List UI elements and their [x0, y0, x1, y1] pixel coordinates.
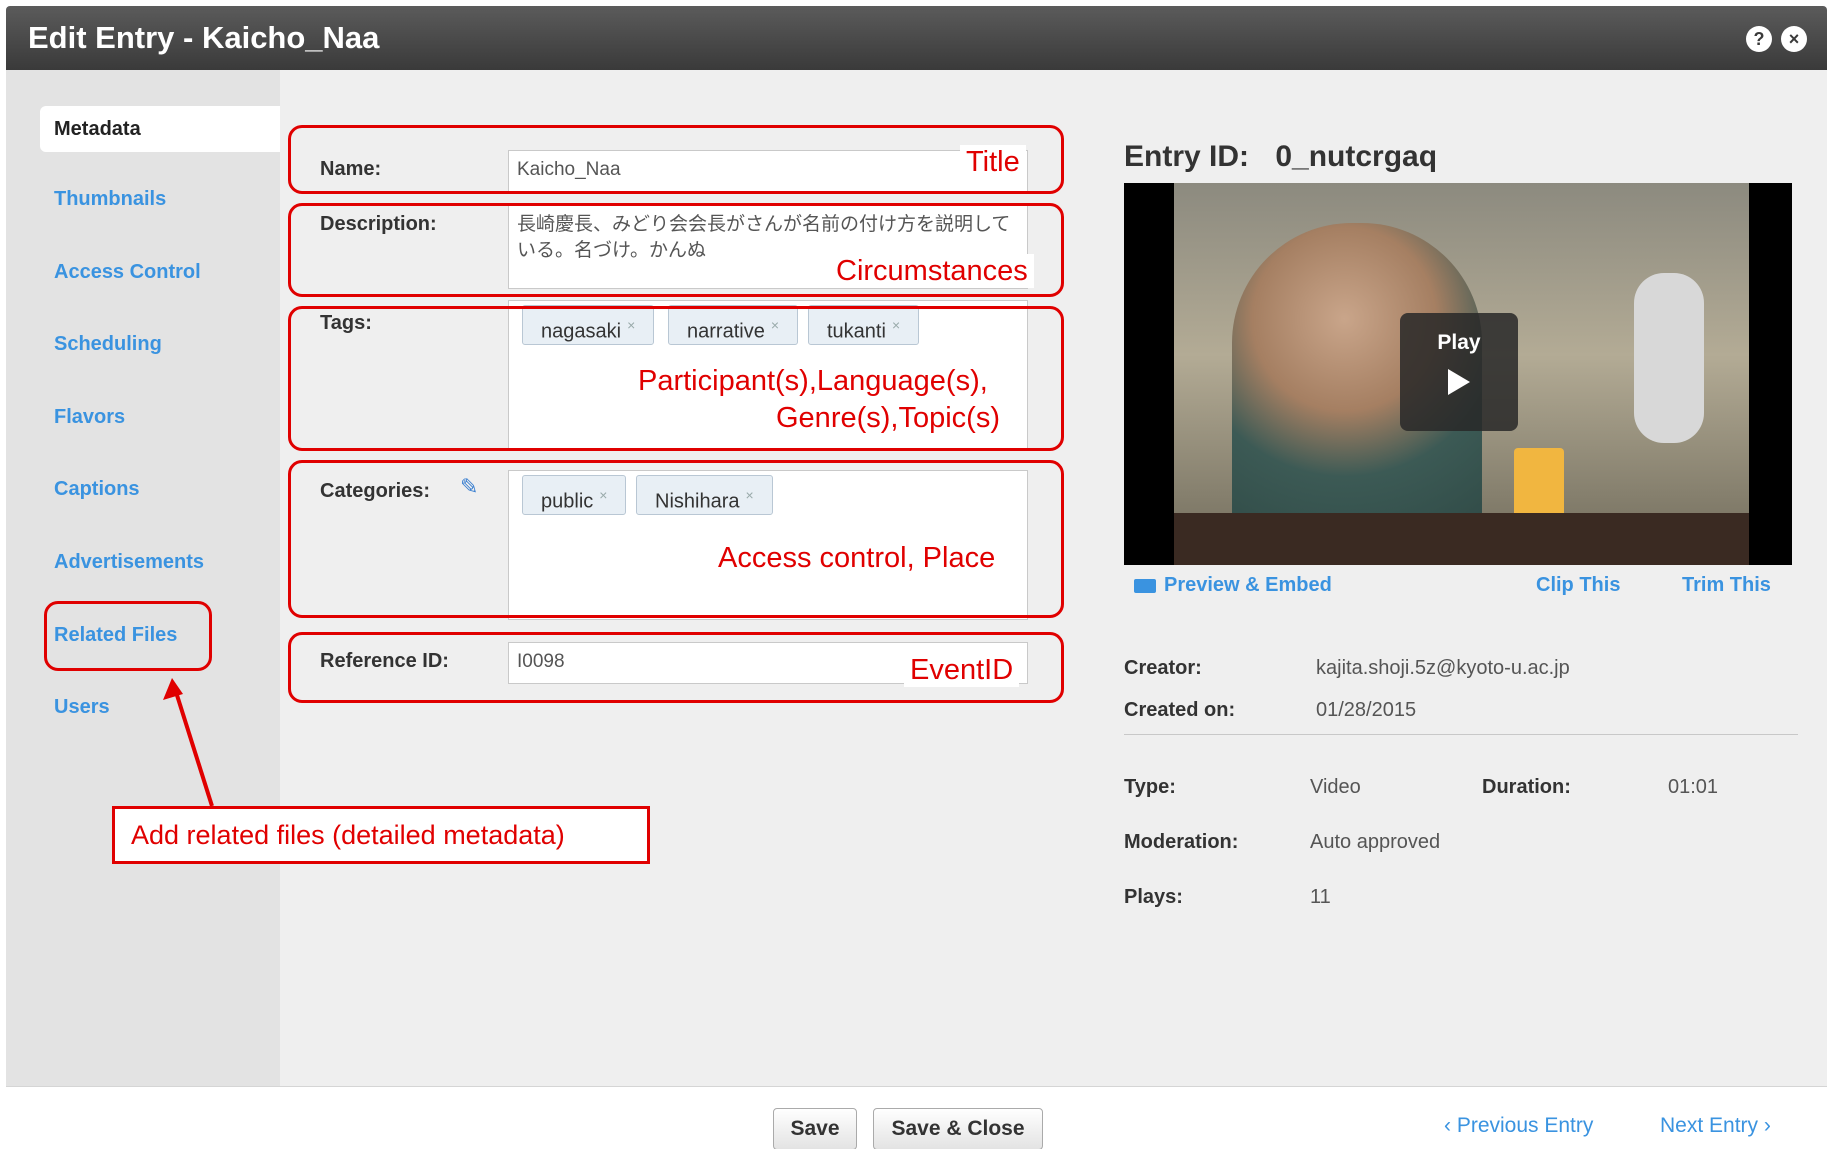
- vase: [1634, 273, 1704, 443]
- sidebar-item-advertisements[interactable]: Advertisements: [0, 539, 274, 585]
- duration-label: Duration:: [1482, 776, 1571, 798]
- plays-label: Plays:: [1124, 886, 1183, 908]
- tags-label: Tags:: [320, 312, 372, 334]
- annotation-tags-text-1: Participant(s),Language(s),: [632, 364, 994, 398]
- remove-tag-icon[interactable]: ×: [627, 317, 635, 333]
- duration-value: 01:01: [1668, 776, 1719, 798]
- moderation-value: Auto approved: [1310, 831, 1441, 853]
- sidebar-item-metadata[interactable]: Metadata: [40, 106, 280, 152]
- annotation-arrow: [163, 678, 214, 807]
- tag-label: tukanti: [827, 320, 886, 343]
- save-button[interactable]: Save: [773, 1108, 857, 1149]
- save-close-button[interactable]: Save & Close: [873, 1108, 1043, 1149]
- trim-this-link[interactable]: Trim This: [1682, 574, 1771, 597]
- tag-chip[interactable]: narrative ×: [668, 305, 798, 345]
- video-camera-icon: [1134, 578, 1156, 593]
- name-input[interactable]: Kaicho_Naa: [508, 150, 1028, 192]
- divider: [1124, 734, 1798, 735]
- categories-label: Categories:: [320, 480, 431, 502]
- sidebar-item-thumbnails[interactable]: Thumbnails: [0, 176, 274, 222]
- sidebar-item-related-files[interactable]: Related Files: [0, 612, 274, 658]
- remove-category-icon[interactable]: ×: [745, 487, 753, 503]
- annotation-related-files-text: Add related files (detailed metadata): [112, 806, 650, 864]
- play-icon: [1448, 369, 1470, 395]
- remove-tag-icon[interactable]: ×: [771, 317, 779, 333]
- window-title: Edit Entry - Kaicho_Naa: [28, 20, 380, 55]
- type-value: Video: [1310, 776, 1361, 798]
- next-entry-link[interactable]: Next Entry ›: [1660, 1114, 1771, 1138]
- remove-tag-icon[interactable]: ×: [892, 317, 900, 333]
- preview-embed-label: Preview & Embed: [1164, 574, 1332, 596]
- annotation-eventid-text: EventID: [904, 653, 1020, 687]
- tag-chip[interactable]: tukanti ×: [808, 305, 920, 345]
- creator-label: Creator:: [1124, 657, 1202, 679]
- play-label: Play: [1437, 331, 1481, 354]
- type-label: Type:: [1124, 776, 1176, 798]
- close-icon[interactable]: ×: [1781, 26, 1807, 52]
- previous-entry-link[interactable]: ‹ Previous Entry: [1444, 1114, 1593, 1138]
- tag-label: narrative: [687, 320, 765, 343]
- category-chip[interactable]: Nishihara ×: [636, 475, 773, 515]
- name-label: Name:: [320, 158, 382, 180]
- pencil-icon[interactable]: ✎: [460, 474, 478, 500]
- tag-label: nagasaki: [541, 320, 622, 343]
- moderation-label: Moderation:: [1124, 831, 1239, 853]
- preview-embed-link[interactable]: Preview & Embed: [1134, 574, 1332, 597]
- created-on-value: 01/28/2015: [1316, 699, 1417, 721]
- sidebar-item-captions[interactable]: Captions: [0, 466, 274, 512]
- annotation-tags-text-2: Genre(s),Topic(s): [770, 401, 1006, 435]
- created-on-label: Created on:: [1124, 699, 1236, 721]
- title-bar: Edit Entry - Kaicho_Naa ? ×: [6, 6, 1827, 70]
- sidebar-item-users[interactable]: Users: [0, 684, 274, 730]
- play-button[interactable]: Play: [1400, 313, 1518, 431]
- category-chip[interactable]: public ×: [522, 475, 627, 515]
- help-icon[interactable]: ?: [1746, 26, 1772, 52]
- annotation-title-text: Title: [960, 145, 1026, 179]
- reference-id-label: Reference ID:: [320, 650, 449, 672]
- annotation-categories-text: Access control, Place: [712, 541, 1002, 575]
- annotation-circumstances-text: Circumstances: [830, 254, 1034, 288]
- sidebar-item-access-control[interactable]: Access Control: [0, 249, 274, 295]
- sidebar-item-scheduling[interactable]: Scheduling: [0, 321, 274, 367]
- creator-value: kajita.shoji.5z@kyoto-u.ac.jp: [1316, 657, 1570, 679]
- tag-chip[interactable]: nagasaki ×: [522, 305, 655, 345]
- entry-id-value: 0_nutcrgaq: [1275, 140, 1438, 173]
- remove-category-icon[interactable]: ×: [599, 487, 607, 503]
- entry-id: Entry ID: 0_nutcrgaq: [1124, 140, 1437, 174]
- category-label: public: [541, 490, 594, 513]
- plays-value: 11: [1310, 886, 1331, 908]
- table: [1174, 513, 1749, 565]
- description-label: Description:: [320, 213, 437, 235]
- entry-id-label: Entry ID:: [1124, 140, 1250, 173]
- sidebar-item-flavors[interactable]: Flavors: [0, 394, 274, 440]
- clip-this-link[interactable]: Clip This: [1536, 574, 1620, 597]
- category-label: Nishihara: [655, 490, 740, 513]
- video-player[interactable]: Play: [1124, 183, 1792, 565]
